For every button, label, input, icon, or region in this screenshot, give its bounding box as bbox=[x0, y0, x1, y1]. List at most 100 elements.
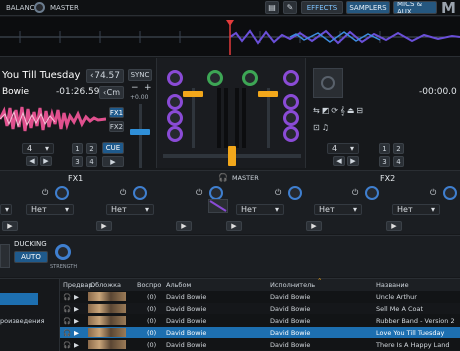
crossfader-handle[interactable] bbox=[228, 146, 236, 166]
sync-button[interactable]: SYNC bbox=[128, 69, 152, 81]
table-row[interactable]: 🎧 ▶ (0) David Bowie David Bowie Sell Me A Coa… bbox=[60, 303, 460, 314]
right-eq-high-knob[interactable] bbox=[283, 94, 299, 110]
pad-1[interactable]: 1 bbox=[72, 143, 83, 154]
mic-icon[interactable] bbox=[0, 244, 10, 268]
pitch-slider-handle[interactable] bbox=[130, 129, 150, 135]
right-pad-3[interactable]: 3 bbox=[379, 156, 390, 167]
fx-power-6[interactable]: ⏻ bbox=[430, 188, 436, 198]
preview-play-icon[interactable]: ▶ bbox=[74, 317, 79, 325]
fx-power-3[interactable]: ⏻ bbox=[196, 188, 202, 198]
right-eq-mid-knob[interactable] bbox=[283, 110, 299, 126]
fx-play-4[interactable]: ▶ bbox=[226, 221, 242, 231]
pitch-slider-track[interactable] bbox=[139, 104, 142, 168]
preview-headphone-icon[interactable]: 🎧 bbox=[63, 293, 71, 301]
pad-2[interactable]: 2 bbox=[86, 143, 97, 154]
right-volume-handle[interactable] bbox=[258, 91, 278, 97]
music-icon[interactable]: ♫ bbox=[322, 123, 329, 137]
fx-knob-5[interactable] bbox=[365, 186, 379, 200]
preview-headphone-icon[interactable]: 🎧 bbox=[63, 305, 71, 313]
overview-waveform[interactable] bbox=[0, 17, 460, 57]
right-gain-knob[interactable] bbox=[283, 70, 299, 86]
right-loop-size-select[interactable]: 4 ▾ bbox=[327, 143, 359, 154]
fx2-button[interactable]: FX2 bbox=[109, 121, 124, 132]
preview-headphone-icon[interactable]: 🎧 bbox=[63, 341, 71, 349]
quantize-icon[interactable]: ◩ bbox=[322, 106, 330, 121]
preview-play-icon[interactable]: ▶ bbox=[74, 305, 79, 313]
cue-point-icon[interactable]: ⊟ bbox=[356, 106, 363, 121]
tab-effects[interactable]: EFFECTS bbox=[301, 1, 343, 14]
ducking-auto-button[interactable]: AUTO bbox=[14, 251, 48, 263]
left-volume-track[interactable] bbox=[192, 88, 195, 148]
fx-knob-3[interactable] bbox=[209, 186, 223, 200]
fx-knob-6[interactable] bbox=[443, 186, 457, 200]
fx-power-4[interactable]: ⏻ bbox=[275, 188, 281, 198]
column-header-album[interactable]: Альбом bbox=[166, 281, 191, 289]
fx-select-6[interactable]: Нет ▾ bbox=[392, 204, 440, 215]
fx-power-5[interactable]: ⏻ bbox=[352, 188, 358, 198]
play-button[interactable]: ▶ bbox=[102, 156, 124, 167]
cue-button[interactable]: CUE bbox=[102, 142, 124, 154]
left-eq-mid-knob[interactable] bbox=[167, 110, 183, 126]
sidebar-item-tracks[interactable]: роизведения bbox=[0, 317, 58, 325]
fx-select-1[interactable]: ▾ bbox=[0, 204, 12, 215]
preview-play-icon[interactable]: ▶ bbox=[74, 329, 79, 337]
right-volume-track[interactable] bbox=[267, 88, 270, 148]
column-header-plays[interactable]: Воспро bbox=[137, 281, 161, 289]
column-header-title[interactable]: Название bbox=[376, 281, 409, 289]
deck-left-bpm[interactable]: ‹ 74.57 bbox=[86, 69, 124, 83]
table-row[interactable]: 🎧 ▶ (0) David Bowie David Bowie Love You Till… bbox=[60, 327, 460, 338]
fx-play-1[interactable]: ▶ bbox=[2, 221, 18, 231]
preview-play-icon[interactable]: ▶ bbox=[74, 293, 79, 301]
preview-play-icon[interactable]: ▶ bbox=[74, 341, 79, 349]
fx-power-2[interactable]: ⏻ bbox=[120, 188, 126, 198]
right-filter-knob[interactable] bbox=[242, 70, 258, 86]
fx1-button[interactable]: FX1 bbox=[109, 107, 124, 118]
right-pad-1[interactable]: 1 bbox=[379, 143, 390, 154]
right-loop-forward-button[interactable]: ▶ bbox=[347, 156, 359, 166]
deck-left-key[interactable]: ‹ Cm bbox=[99, 86, 124, 99]
ducking-strength-knob[interactable] bbox=[55, 244, 71, 260]
table-row[interactable]: 🎧 ▶ (0) David Bowie David Bowie Rubber Band -… bbox=[60, 315, 460, 326]
right-loop-back-button[interactable]: ◀ bbox=[333, 156, 345, 166]
left-volume-handle[interactable] bbox=[183, 91, 203, 97]
right-pad-2[interactable]: 2 bbox=[393, 143, 404, 154]
fx-select-2[interactable]: Нет ▾ bbox=[26, 204, 74, 215]
loop-forward-button[interactable]: ▶ bbox=[40, 156, 52, 166]
sidebar-selected-item[interactable] bbox=[0, 293, 38, 305]
tab-samplers[interactable]: SAMPLERS bbox=[346, 1, 390, 14]
fx-knob-1[interactable] bbox=[55, 186, 69, 200]
fx-play-6[interactable]: ▶ bbox=[386, 221, 402, 231]
lock-icon[interactable]: ⊡ bbox=[313, 123, 320, 137]
fx-play-5[interactable]: ▶ bbox=[306, 221, 322, 231]
fx-select-5[interactable]: Нет ▾ bbox=[314, 204, 362, 215]
preview-headphone-icon[interactable]: 🎧 bbox=[63, 329, 71, 337]
pitch-plus-icon[interactable]: + bbox=[144, 83, 152, 93]
deck-left-waveform[interactable] bbox=[0, 102, 107, 136]
fx-select-3[interactable]: Нет ▾ bbox=[106, 204, 154, 215]
left-gain-knob[interactable] bbox=[167, 70, 183, 86]
preview-headphone-icon[interactable]: 🎧 bbox=[63, 317, 71, 325]
fx-play-3[interactable]: ▶ bbox=[176, 221, 192, 231]
left-eq-low-knob[interactable] bbox=[167, 126, 183, 142]
headphone-icon[interactable]: 🎧 bbox=[218, 173, 228, 182]
key-icon[interactable]: 𝄞 bbox=[340, 106, 345, 121]
loop-back-button[interactable]: ◀ bbox=[26, 156, 38, 166]
column-header-cover[interactable]: Обложка bbox=[90, 281, 121, 289]
loop-size-select[interactable]: 4 ▾ bbox=[22, 143, 54, 154]
table-row[interactable]: 🎧 ▶ (0) David Bowie David Bowie There Is A Ha… bbox=[60, 339, 460, 350]
eject-icon[interactable]: ⏏ bbox=[347, 106, 355, 121]
table-row[interactable]: 🎧 ▶ (0) David Bowie David Bowie Uncle Arthur bbox=[60, 291, 460, 302]
pitch-minus-icon[interactable]: − bbox=[131, 83, 139, 93]
fx-power-1[interactable]: ⏻ bbox=[42, 188, 48, 198]
loop-icon[interactable]: ⟳ bbox=[331, 106, 338, 121]
balance-knob[interactable] bbox=[34, 2, 45, 13]
pad-3[interactable]: 3 bbox=[72, 156, 83, 167]
pad-4[interactable]: 4 bbox=[86, 156, 97, 167]
left-filter-knob[interactable] bbox=[207, 70, 223, 86]
fx-select-4[interactable]: Нет ▾ bbox=[236, 204, 284, 215]
right-pad-4[interactable]: 4 bbox=[393, 156, 404, 167]
mixer-icon[interactable]: ✎ bbox=[283, 1, 297, 14]
fx-knob-2[interactable] bbox=[133, 186, 147, 200]
rec-icon[interactable]: ▤ bbox=[265, 1, 279, 14]
fx-knob-4[interactable] bbox=[288, 186, 302, 200]
